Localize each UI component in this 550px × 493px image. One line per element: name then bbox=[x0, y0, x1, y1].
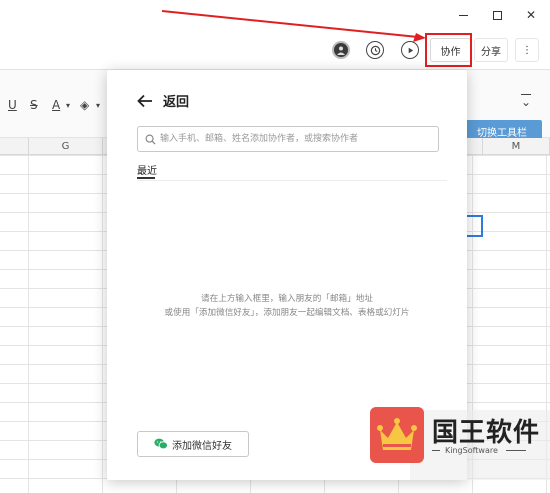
column-g-label: G bbox=[61, 140, 70, 152]
annotation-arrow bbox=[161, 10, 426, 42]
avatar-icon bbox=[337, 46, 345, 55]
tab-recent-indicator bbox=[137, 177, 155, 179]
more-button[interactable]: ⋮ bbox=[515, 38, 539, 62]
column-header-g[interactable]: G bbox=[29, 138, 103, 155]
back-label: 返回 bbox=[163, 95, 190, 110]
back-arrow-icon bbox=[137, 94, 152, 107]
more-icon: ⋮ bbox=[522, 44, 532, 56]
empty-hint-line2: 或使用「添加微信好友」，添加朋友一起编辑文档、表格或幻灯片 bbox=[164, 308, 410, 318]
selected-cell[interactable] bbox=[466, 215, 483, 237]
play-icon bbox=[408, 47, 413, 53]
app-window: ✕ 协作 分享 ⋮ U S A ▾ ◈ ▾ ⌄ 切换工具栏 G M 返回 输入手… bbox=[0, 0, 550, 493]
minimize-button[interactable] bbox=[452, 6, 474, 24]
collaborator-search-field[interactable] bbox=[137, 126, 439, 152]
search-input[interactable] bbox=[160, 130, 430, 148]
font-color-caret-icon[interactable]: ▾ bbox=[66, 101, 70, 110]
wechat-icon bbox=[154, 438, 168, 450]
column-header[interactable] bbox=[0, 138, 29, 155]
column-header[interactable] bbox=[466, 138, 483, 155]
close-button[interactable]: ✕ bbox=[520, 6, 542, 24]
collapse-toolbar-icon[interactable]: ⌄ bbox=[521, 95, 531, 109]
watermark-subtitle: KingSoftware bbox=[445, 446, 498, 455]
close-icon: ✕ bbox=[525, 8, 537, 22]
add-wechat-friend-label: 添加微信好友 bbox=[172, 440, 232, 452]
column-m-label: M bbox=[511, 140, 521, 152]
maximize-icon bbox=[492, 10, 502, 20]
fill-color-icon[interactable]: ◈ bbox=[80, 98, 89, 112]
add-wechat-friend-button[interactable]: 添加微信好友 bbox=[137, 431, 249, 457]
empty-hint-line1: 请在上方输入框里，输入朋友的「邮箱」地址 bbox=[201, 294, 373, 304]
underline-button[interactable]: U bbox=[8, 98, 17, 112]
search-icon bbox=[145, 134, 156, 145]
kingsoftware-logo bbox=[370, 407, 424, 463]
annotation-box bbox=[425, 33, 472, 67]
back-button[interactable]: 返回 bbox=[137, 91, 189, 110]
watermark-rule-left bbox=[432, 450, 440, 451]
tab-divider bbox=[137, 180, 447, 181]
tab-recent[interactable]: 最近 bbox=[137, 162, 157, 177]
history-icon bbox=[370, 45, 380, 55]
share-button[interactable]: 分享 bbox=[474, 38, 508, 62]
watermark-rule-right bbox=[506, 450, 526, 451]
minimize-icon bbox=[458, 14, 468, 16]
share-label: 分享 bbox=[481, 46, 501, 58]
maximize-button[interactable] bbox=[486, 6, 508, 24]
strikethrough-button[interactable]: S bbox=[30, 98, 38, 112]
fill-color-caret-icon[interactable]: ▾ bbox=[96, 101, 100, 110]
toggle-toolbar-tooltip-label: 切换工具栏 bbox=[477, 127, 527, 139]
crown-icon bbox=[377, 418, 417, 450]
column-header-m[interactable]: M bbox=[483, 138, 550, 155]
watermark-title: 国王软件 bbox=[432, 418, 541, 448]
font-color-button[interactable]: A bbox=[52, 98, 60, 112]
